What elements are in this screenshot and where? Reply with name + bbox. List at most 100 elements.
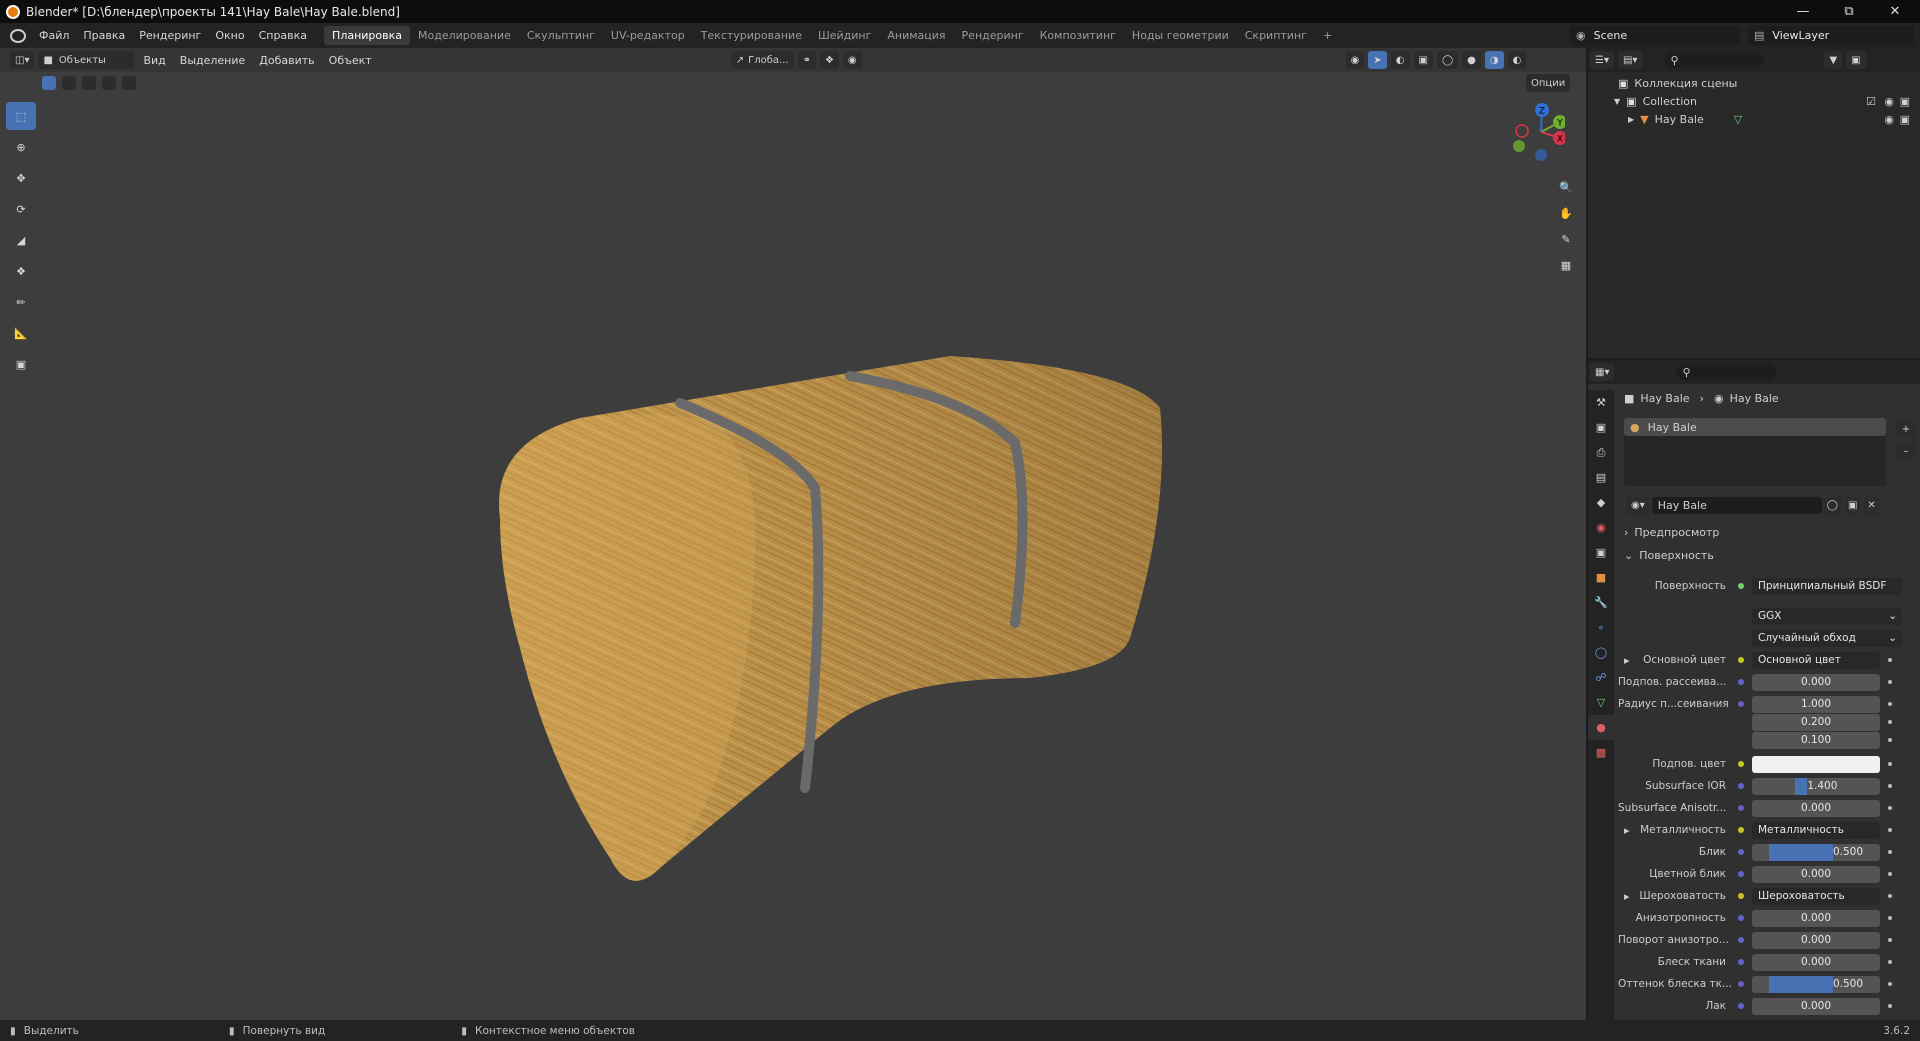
socket-icon[interactable] bbox=[1738, 761, 1744, 767]
keyframe-dot-icon[interactable] bbox=[1888, 680, 1892, 684]
world-tab-icon[interactable]: ◉ bbox=[1588, 515, 1614, 540]
surface-shader-selector[interactable]: Принципиальный BSDF bbox=[1752, 577, 1902, 595]
tab-modeling[interactable]: Моделирование bbox=[410, 26, 519, 45]
keyframe-dot-icon[interactable] bbox=[1888, 872, 1892, 876]
object-tab-icon[interactable]: ■ bbox=[1588, 565, 1614, 590]
select-invert-icon[interactable] bbox=[102, 76, 116, 90]
options-button[interactable]: Опции bbox=[1526, 74, 1571, 92]
keyframe-dot-icon[interactable] bbox=[1888, 894, 1892, 898]
number-slider[interactable]: 0.000 bbox=[1752, 953, 1880, 971]
select-box-icon[interactable]: ⬚ bbox=[6, 102, 36, 130]
modifier-tab-icon[interactable]: 🔧 bbox=[1588, 590, 1614, 615]
shading-material-icon[interactable]: ◑ bbox=[1484, 51, 1504, 69]
properties-search-input[interactable]: ⚲ bbox=[1676, 364, 1777, 380]
keyframe-dot-icon[interactable] bbox=[1888, 720, 1892, 724]
keyframe-dot-icon[interactable] bbox=[1888, 982, 1892, 986]
particles-tab-icon[interactable]: ∘ bbox=[1588, 615, 1614, 640]
move-icon[interactable]: ✥ bbox=[6, 164, 36, 192]
render-camera-icon[interactable]: ▣ bbox=[1900, 95, 1910, 108]
number-slider[interactable]: 0.100 bbox=[1752, 731, 1880, 749]
3d-viewport[interactable]: ◫▾ ■ Объекты Вид Выделение Добавить Объек… bbox=[0, 48, 1586, 1020]
transform-icon[interactable]: ❖ bbox=[6, 257, 36, 285]
number-slider[interactable]: 0.000 bbox=[1752, 909, 1880, 927]
select-subtract-icon[interactable] bbox=[82, 76, 96, 90]
constraints-tab-icon[interactable]: ☍ bbox=[1588, 665, 1614, 690]
tab-geometry-nodes[interactable]: Ноды геометрии bbox=[1124, 26, 1237, 45]
expand-socket-arrow-icon[interactable]: ▸ bbox=[1624, 654, 1630, 667]
number-slider[interactable]: 0.000 bbox=[1752, 997, 1880, 1015]
tab-texture-paint[interactable]: Текстурирование bbox=[693, 26, 810, 45]
expand-arrow-icon[interactable]: ▶ bbox=[1628, 115, 1634, 124]
keyframe-dot-icon[interactable] bbox=[1888, 1004, 1892, 1008]
collection-row[interactable]: ▼ ▣ Collection ☑ ◉ ▣ bbox=[1614, 92, 1914, 110]
shading-wireframe-icon[interactable]: ◯ bbox=[1436, 51, 1459, 69]
linked-input-field[interactable]: Металличность bbox=[1752, 821, 1880, 839]
number-slider[interactable]: 1.000 bbox=[1752, 695, 1880, 713]
tab-animation[interactable]: Анимация bbox=[879, 26, 953, 45]
filter-icon[interactable]: ▼ bbox=[1824, 51, 1843, 69]
proportional-edit-icon[interactable]: ◉ bbox=[842, 51, 862, 69]
pan-hand-icon[interactable]: ✋ bbox=[1555, 202, 1577, 224]
number-slider[interactable]: 1.400 bbox=[1752, 777, 1880, 795]
distribution-dropdown[interactable]: GGX ⌄ bbox=[1752, 607, 1902, 625]
socket-icon[interactable] bbox=[1738, 915, 1744, 921]
zoom-icon[interactable]: 🔍 bbox=[1555, 176, 1577, 198]
measure-icon[interactable]: 📐 bbox=[6, 319, 36, 347]
number-slider[interactable]: 0.000 bbox=[1752, 931, 1880, 949]
number-slider[interactable]: 0.000 bbox=[1752, 799, 1880, 817]
keyframe-dot-icon[interactable] bbox=[1888, 658, 1892, 662]
socket-icon[interactable] bbox=[1738, 783, 1744, 789]
socket-icon[interactable] bbox=[1738, 871, 1744, 877]
material-name-field[interactable]: Hay Bale bbox=[1651, 497, 1822, 514]
outliner-editor-type-icon[interactable]: ☰▾ bbox=[1590, 51, 1614, 69]
menu-file[interactable]: Файл bbox=[32, 29, 76, 42]
number-slider[interactable]: 0.000 bbox=[1752, 673, 1880, 691]
pivot-icon[interactable]: ⚭ bbox=[797, 51, 816, 69]
shading-solid-icon[interactable]: ● bbox=[1462, 51, 1481, 69]
xray-icon[interactable]: ▣ bbox=[1413, 51, 1433, 69]
physics-tab-icon[interactable]: ◯ bbox=[1588, 640, 1614, 665]
hay-bale-object[interactable] bbox=[470, 348, 1190, 948]
socket-icon[interactable] bbox=[1738, 893, 1744, 899]
keyframe-dot-icon[interactable] bbox=[1888, 738, 1892, 742]
menu-select[interactable]: Выделение bbox=[173, 54, 253, 67]
collection-tab-icon[interactable]: ▣ bbox=[1588, 540, 1614, 565]
unlink-material-icon[interactable]: ✕ bbox=[1864, 496, 1879, 515]
render-tab-icon[interactable]: ▣ bbox=[1588, 415, 1614, 440]
orientation-selector[interactable]: ↗ Глоба... bbox=[730, 51, 794, 69]
socket-icon[interactable] bbox=[1738, 981, 1744, 987]
remove-slot-button[interactable]: – bbox=[1896, 442, 1916, 460]
rotate-icon[interactable]: ⟳ bbox=[6, 195, 36, 223]
material-tab-icon[interactable]: ● bbox=[1588, 715, 1614, 740]
view-layer-selector[interactable]: ▤ ViewLayer bbox=[1748, 26, 1914, 45]
socket-icon[interactable] bbox=[1738, 805, 1744, 811]
restore-icon[interactable]: ⧉ bbox=[1826, 0, 1872, 23]
linked-input-field[interactable]: Основной цвет bbox=[1752, 651, 1880, 669]
annotate-icon[interactable]: ✏ bbox=[6, 288, 36, 316]
collapse-arrow-icon[interactable]: ▼ bbox=[1614, 97, 1620, 106]
number-slider[interactable]: 0.000 bbox=[1752, 865, 1880, 883]
mesh-data-icon[interactable]: ▽ bbox=[1734, 113, 1742, 126]
tab-shading[interactable]: Шейдинг bbox=[810, 26, 879, 45]
close-icon[interactable]: ✕ bbox=[1872, 0, 1918, 23]
material-slot-item[interactable]: ● Hay Bale bbox=[1624, 418, 1886, 436]
expand-socket-arrow-icon[interactable]: ▸ bbox=[1624, 824, 1630, 837]
tab-scripting[interactable]: Скриптинг bbox=[1237, 26, 1315, 45]
hay-bale-row[interactable]: ▶ ▼ Hay Bale ▽ ◉ ▣ bbox=[1628, 110, 1914, 128]
texture-tab-icon[interactable]: ▩ bbox=[1588, 740, 1614, 765]
ortho-grid-icon[interactable]: ▦ bbox=[1555, 254, 1577, 276]
select-intersect-icon[interactable] bbox=[122, 76, 136, 90]
socket-icon[interactable] bbox=[1738, 657, 1744, 663]
output-tab-icon[interactable]: ⎙ bbox=[1588, 440, 1614, 465]
tool-tab-icon[interactable]: ⚒ bbox=[1588, 390, 1614, 415]
linked-input-field[interactable]: Шероховатость bbox=[1752, 887, 1880, 905]
menu-render[interactable]: Рендеринг bbox=[132, 29, 208, 42]
scene-tab-icon[interactable]: ◆ bbox=[1588, 490, 1614, 515]
properties-editor-type-icon[interactable]: ▦▾ bbox=[1590, 363, 1615, 381]
tab-sculpting[interactable]: Скульптинг bbox=[519, 26, 603, 45]
tab-layout[interactable]: Планировка bbox=[324, 26, 411, 45]
visibility-icon[interactable]: ◉ bbox=[1345, 51, 1365, 69]
scene-collection-row[interactable]: ▣ Коллекция сцены bbox=[1618, 74, 1737, 92]
socket-icon[interactable] bbox=[1738, 1003, 1744, 1009]
socket-icon[interactable] bbox=[1738, 827, 1744, 833]
